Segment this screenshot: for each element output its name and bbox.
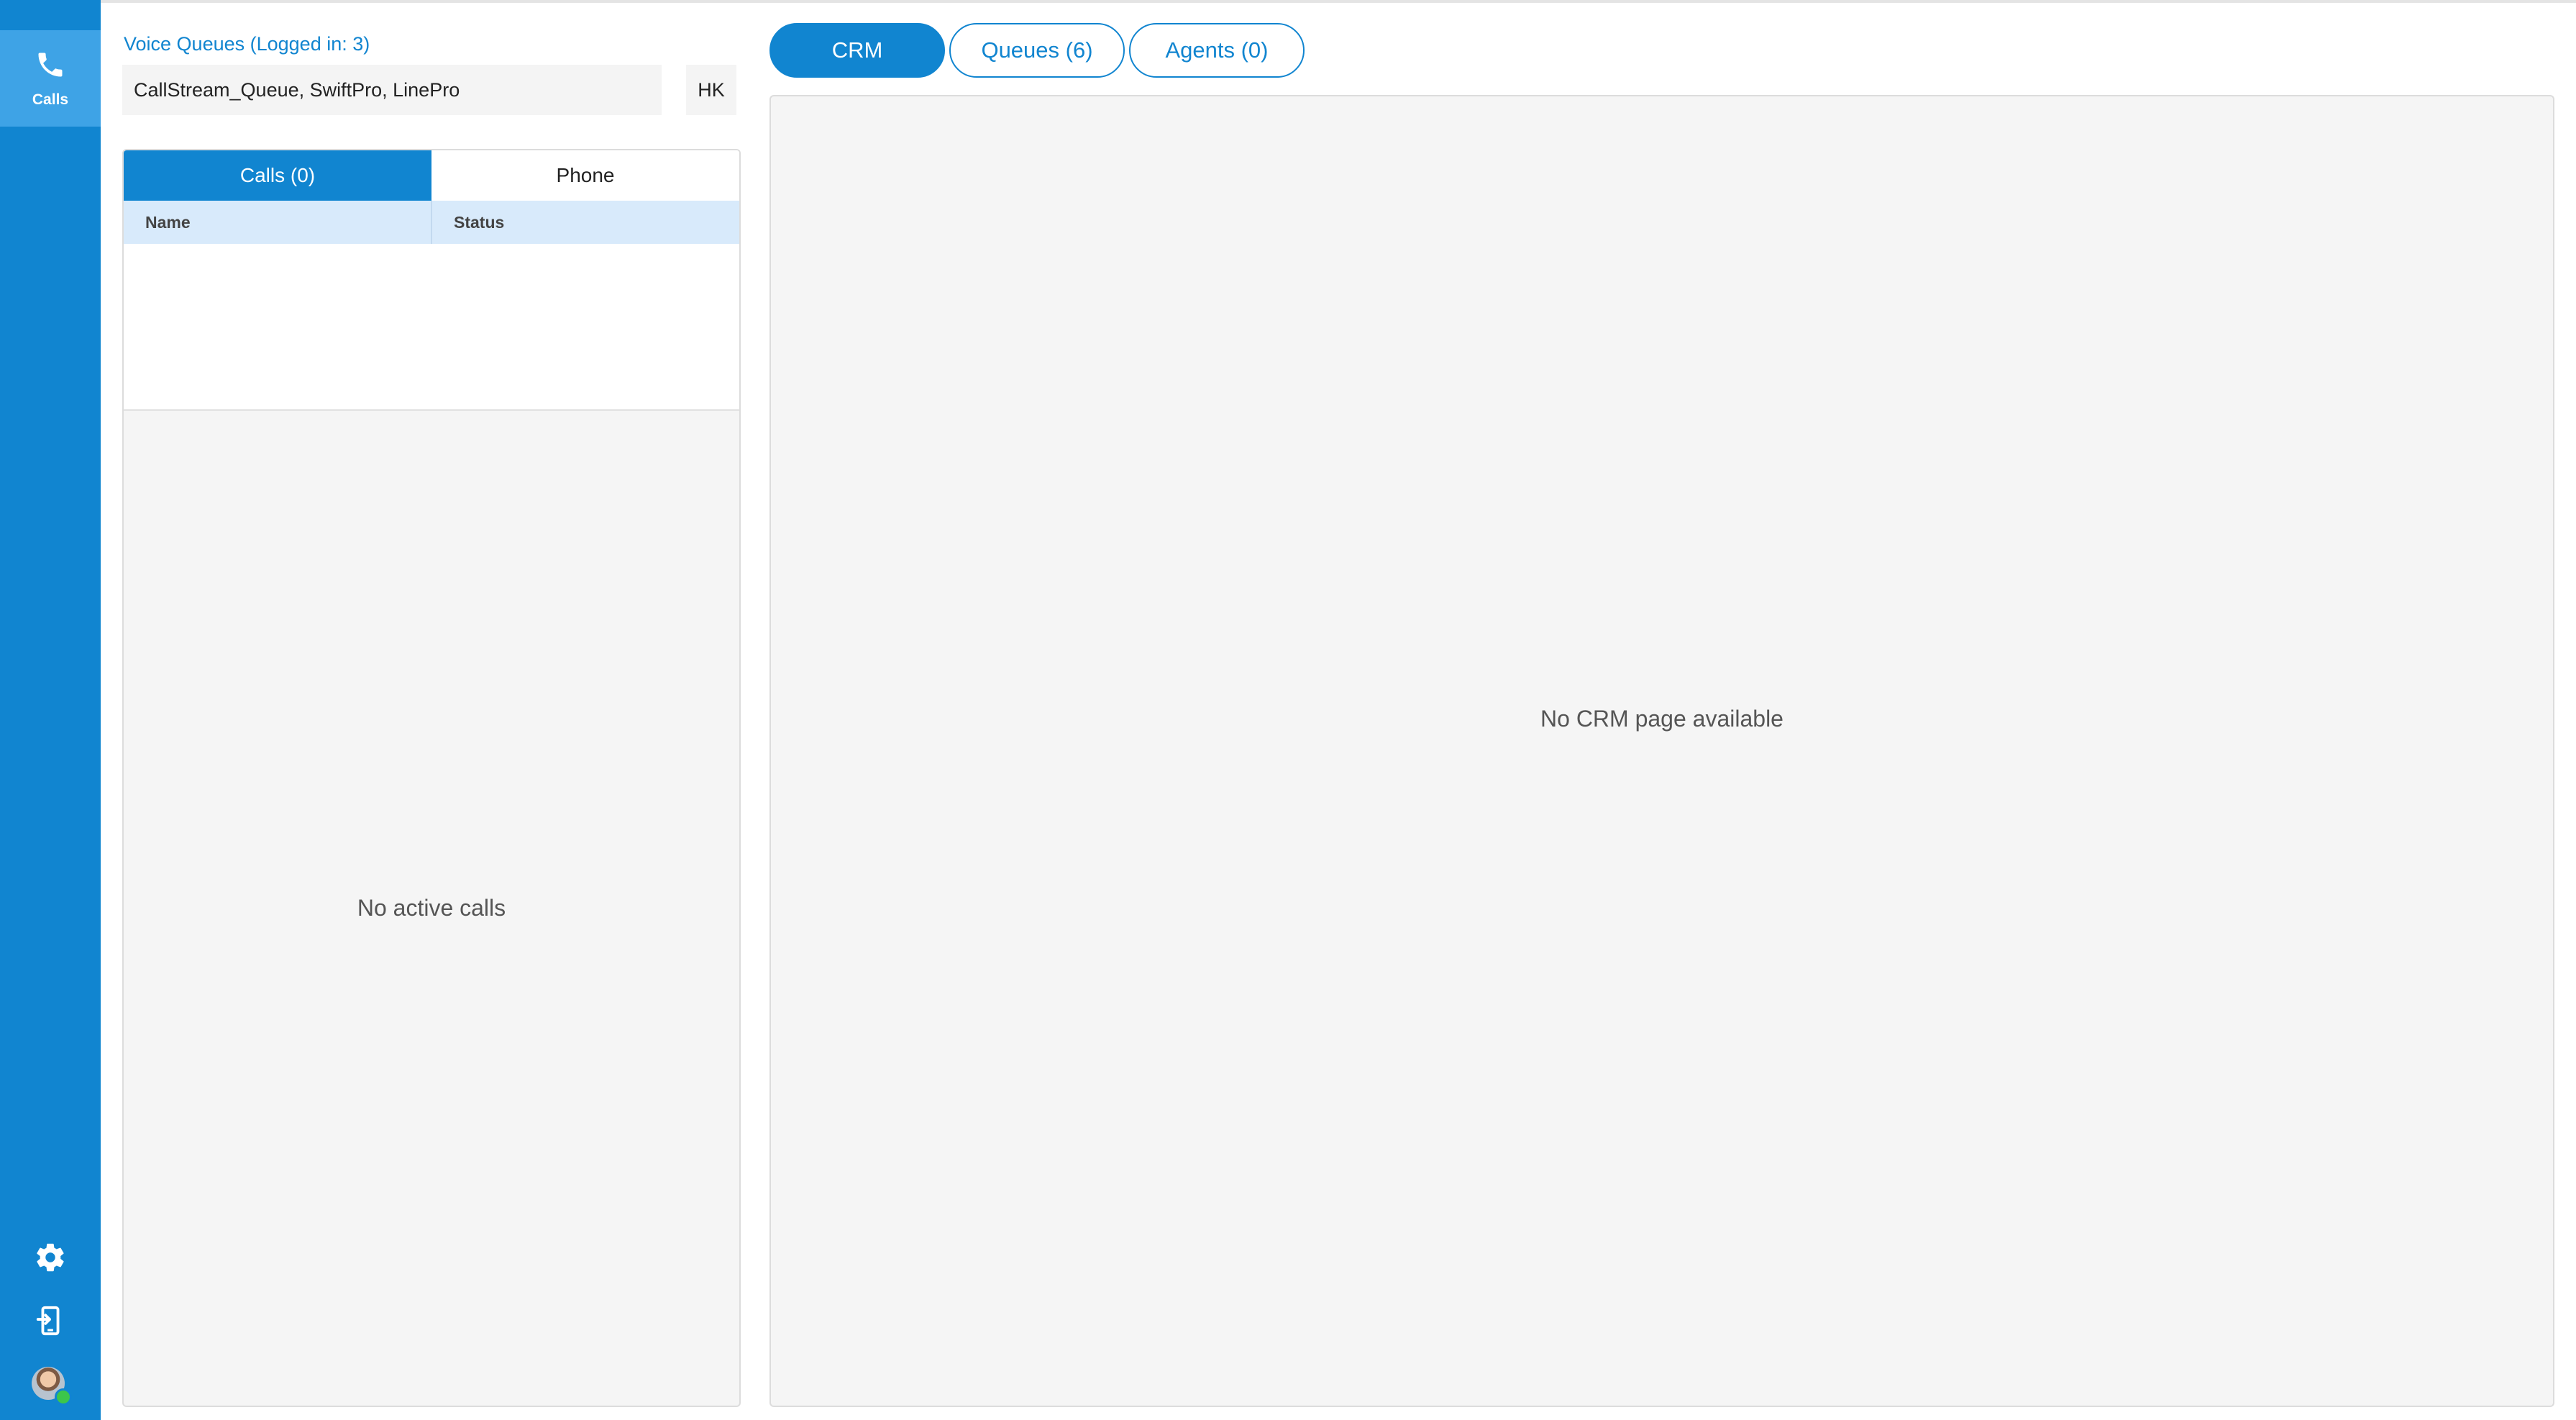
crm-panel: No CRM page available — [769, 95, 2554, 1407]
calls-table-body — [124, 244, 739, 411]
top-divider — [0, 0, 2576, 3]
logout-button[interactable] — [29, 1301, 72, 1344]
voice-queues-title: Voice Queues (Logged in: 3) — [124, 33, 370, 55]
column-header-status[interactable]: Status — [431, 201, 739, 244]
exit-device-icon — [34, 1304, 67, 1341]
presence-indicator — [55, 1388, 72, 1406]
tab-calls[interactable]: Calls (0) — [124, 150, 431, 201]
rail-calls-button[interactable]: Calls — [0, 30, 101, 127]
tab-queues[interactable]: Queues (6) — [949, 23, 1125, 78]
no-active-calls-message: No active calls — [357, 895, 506, 921]
region-selector[interactable]: HK — [686, 65, 736, 115]
queue-selection-field[interactable] — [122, 65, 662, 115]
settings-button[interactable] — [29, 1237, 72, 1280]
calls-panel: Calls (0) Phone Name Status No active ca… — [122, 149, 741, 1407]
app-root: Calls Voice Queues (Logged in: 3) HK — [0, 0, 2576, 1420]
tab-crm[interactable]: CRM — [769, 23, 945, 78]
column-header-name[interactable]: Name — [124, 201, 431, 244]
calls-phone-tabs: Calls (0) Phone — [124, 150, 739, 201]
calls-empty-state: No active calls — [124, 411, 739, 1406]
tab-agents[interactable]: Agents (0) — [1129, 23, 1305, 78]
rail-calls-label: Calls — [32, 91, 69, 108]
left-rail: Calls — [0, 0, 101, 1420]
user-avatar-button[interactable] — [32, 1367, 73, 1408]
calls-table-header: Name Status — [124, 201, 739, 244]
phone-icon — [35, 49, 66, 84]
tab-phone[interactable]: Phone — [431, 150, 739, 201]
gear-icon — [34, 1241, 67, 1278]
crm-empty-message: No CRM page available — [1540, 705, 1783, 732]
